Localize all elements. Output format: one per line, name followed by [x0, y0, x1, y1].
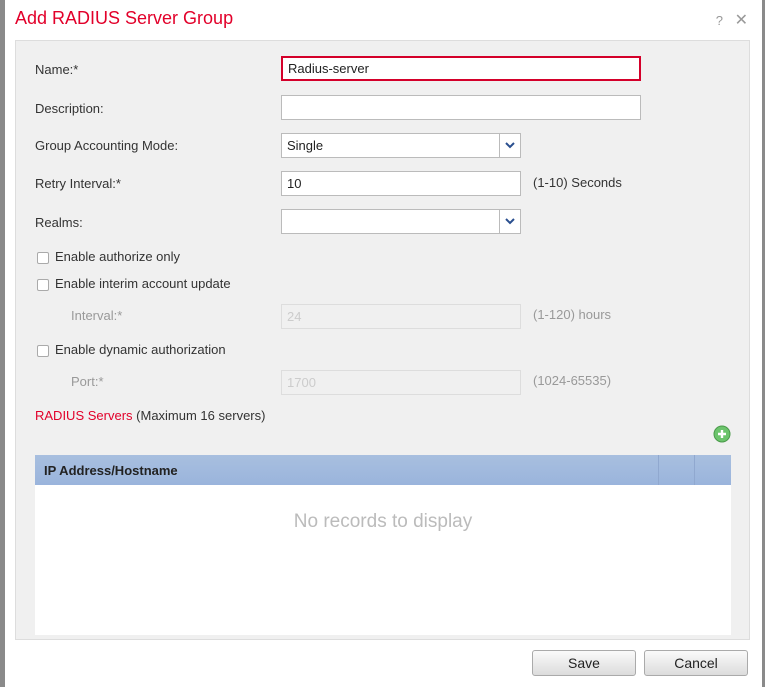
- radius-servers-subtitle: (Maximum 16 servers): [136, 408, 266, 423]
- retry-interval-input[interactable]: [281, 171, 521, 196]
- realms-select[interactable]: [281, 209, 521, 234]
- column-divider: [658, 455, 659, 485]
- add-radius-server-group-dialog: Add RADIUS Server Group ? ✕ Name:* Descr…: [5, 0, 762, 687]
- port-hint: (1024-65535): [533, 373, 612, 388]
- interim-update-checkbox[interactable]: [37, 279, 49, 291]
- radius-servers-title: RADIUS Servers: [35, 408, 133, 423]
- port-label: Port:*: [71, 374, 104, 389]
- authorize-only-label: Enable authorize only: [55, 249, 181, 264]
- chevron-down-icon[interactable]: [499, 210, 520, 233]
- retry-interval-label: Retry Interval:*: [35, 176, 121, 191]
- column-ip-address-hostname[interactable]: IP Address/Hostname: [44, 463, 178, 478]
- description-input[interactable]: [281, 95, 641, 120]
- accounting-mode-select[interactable]: Single: [281, 133, 521, 158]
- dynamic-authorization-label: Enable dynamic authorization: [55, 342, 226, 357]
- empty-message: No records to display: [293, 511, 473, 532]
- chevron-down-icon[interactable]: [499, 134, 520, 157]
- help-icon[interactable]: ?: [716, 13, 723, 28]
- table-header: IP Address/Hostname: [35, 455, 731, 485]
- realms-label: Realms:: [35, 215, 83, 230]
- name-input[interactable]: [281, 56, 641, 81]
- radius-servers-heading: RADIUS Servers (Maximum 16 servers): [35, 408, 265, 423]
- form-panel: Name:* Description: Group Accounting Mod…: [15, 40, 750, 640]
- authorize-only-checkbox[interactable]: [37, 252, 49, 264]
- cancel-button[interactable]: Cancel: [644, 650, 748, 676]
- interval-label: Interval:*: [71, 308, 123, 323]
- interval-input[interactable]: [281, 304, 521, 329]
- name-label: Name:*: [35, 62, 79, 77]
- dialog-title: Add RADIUS Server Group: [15, 8, 234, 28]
- accounting-mode-value: Single: [287, 138, 324, 153]
- close-icon[interactable]: ✕: [735, 12, 748, 29]
- radius-servers-table: IP Address/Hostname No records to displa…: [35, 455, 731, 635]
- description-label: Description:: [35, 101, 104, 116]
- accounting-mode-label: Group Accounting Mode:: [35, 138, 179, 153]
- add-server-icon[interactable]: [713, 425, 731, 446]
- retry-interval-hint: (1-10) Seconds: [533, 175, 622, 190]
- interval-hint: (1-120) hours: [533, 307, 612, 322]
- save-button[interactable]: Save: [532, 650, 636, 676]
- port-input[interactable]: [281, 370, 521, 395]
- column-divider: [694, 455, 695, 485]
- dynamic-authorization-checkbox[interactable]: [37, 345, 49, 357]
- interim-update-label: Enable interim account update: [55, 276, 231, 291]
